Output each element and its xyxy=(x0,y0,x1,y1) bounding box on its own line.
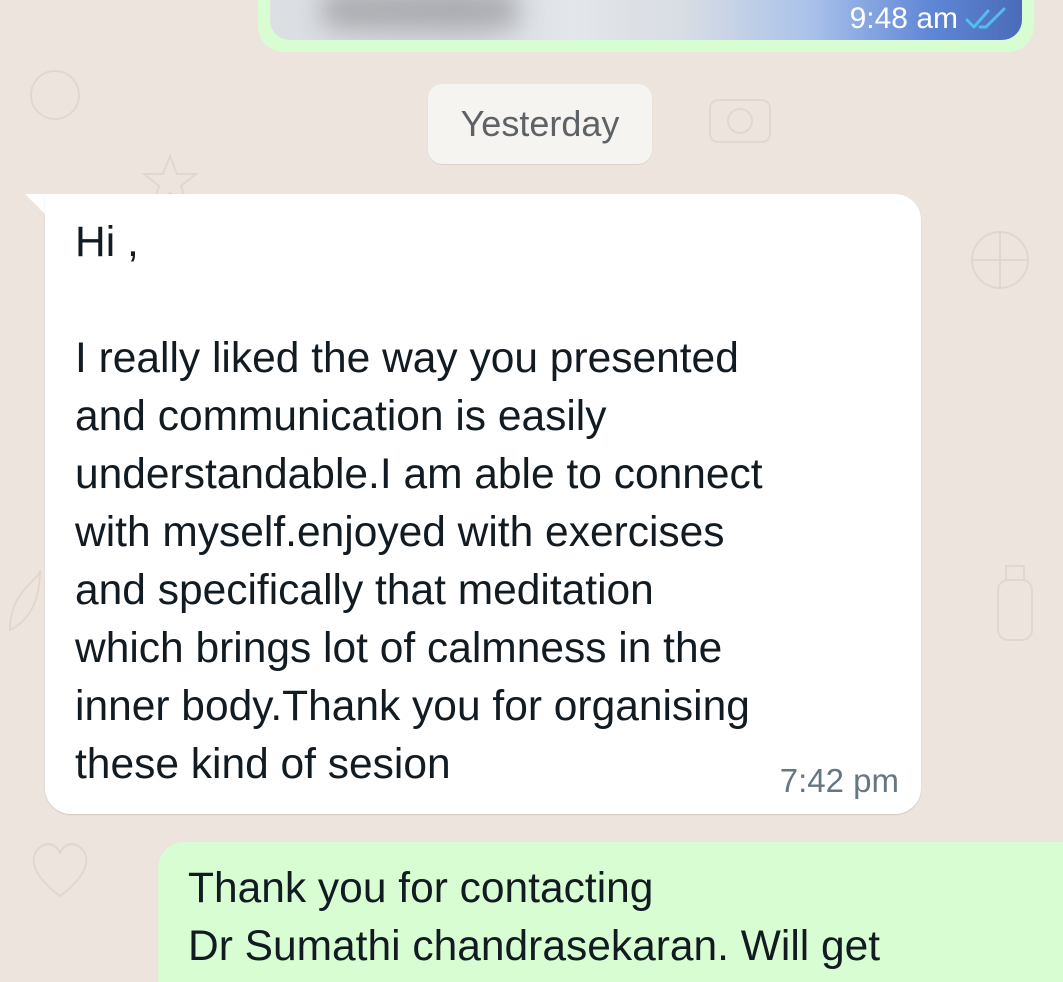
leaf-doodle-icon xyxy=(8,569,41,632)
heart-doodle-icon xyxy=(32,843,88,898)
message-text: Hi , I really liked the way you presente… xyxy=(75,219,763,788)
image-thumbnail[interactable]: 9:48 am xyxy=(270,0,1022,40)
doodle-icon xyxy=(30,70,80,120)
message-text: Thank you for contacting Dr Sumathi chan… xyxy=(188,865,881,970)
double-check-read-icon xyxy=(965,7,1006,29)
incoming-message[interactable]: Hi , I really liked the way you presente… xyxy=(45,194,921,814)
message-time: 7:42 pm xyxy=(779,762,899,799)
outgoing-message[interactable]: Thank you for contacting Dr Sumathi chan… xyxy=(158,842,1063,982)
camera-doodle-icon xyxy=(709,99,771,143)
ball-doodle-icon xyxy=(971,231,1029,289)
outgoing-image-message[interactable]: 9:48 am xyxy=(258,0,1034,52)
date-separator: Yesterday xyxy=(428,84,652,164)
bottle-doodle-icon xyxy=(997,565,1033,641)
message-time: 9:48 am xyxy=(849,2,958,35)
